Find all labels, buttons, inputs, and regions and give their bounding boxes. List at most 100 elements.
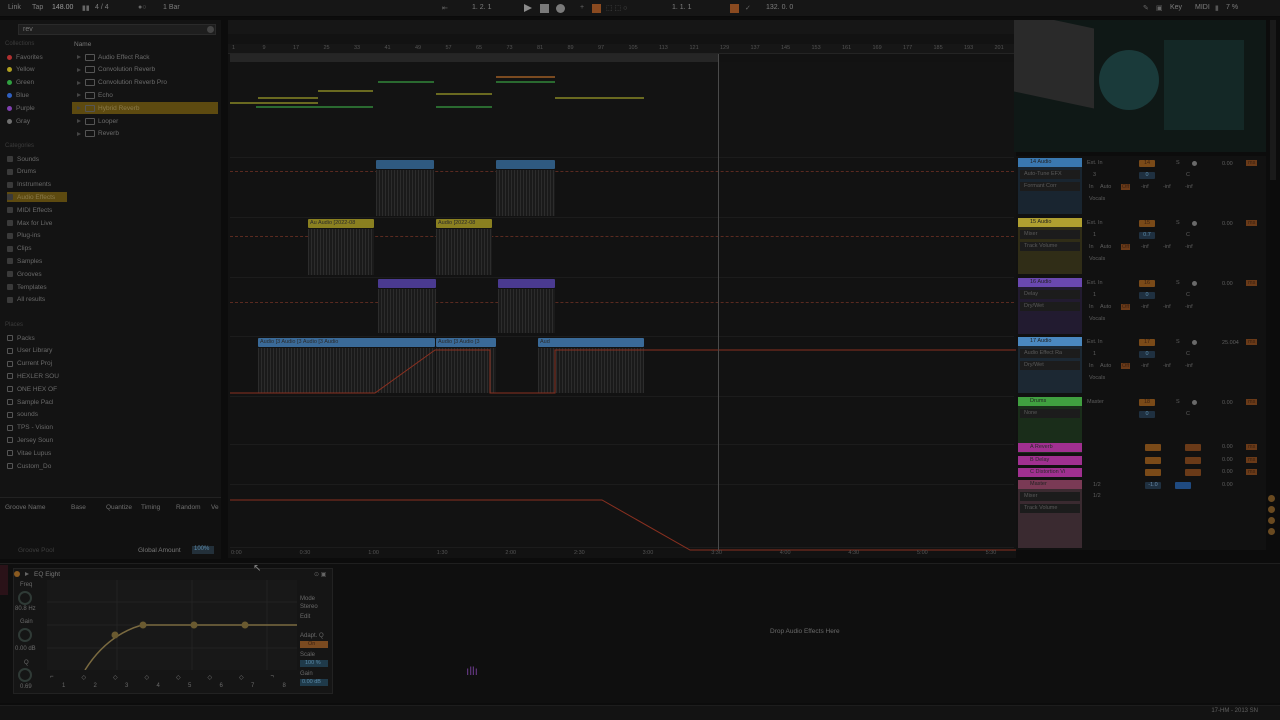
track-activator[interactable]: 14	[1139, 160, 1155, 167]
category-instruments[interactable]: Instruments	[7, 180, 51, 190]
solo-button[interactable]: S	[1176, 399, 1180, 405]
audio-clip[interactable]	[378, 279, 436, 288]
monitor-off-button[interactable]: Off	[1121, 363, 1131, 369]
gain-knob[interactable]	[18, 628, 32, 642]
pencil-icon[interactable]: ✎	[1143, 4, 1149, 12]
track-title[interactable]: 14 Audio	[1018, 158, 1082, 167]
groove-col-random[interactable]: Random	[176, 504, 201, 511]
stop-icon[interactable]	[540, 4, 549, 13]
midi-note[interactable]	[496, 76, 555, 78]
groove-col-base[interactable]: Base	[71, 504, 86, 511]
collection-green[interactable]: Green	[7, 78, 34, 88]
place-item[interactable]: Jersey Soun	[7, 435, 53, 445]
collection-purple[interactable]: Purple	[7, 103, 35, 113]
output-route-select[interactable]: Vocals	[1089, 375, 1105, 381]
metronome-icon[interactable]: ▮▮	[82, 4, 90, 12]
place-item[interactable]: Packs	[7, 333, 35, 343]
category-grooves[interactable]: Grooves	[7, 269, 42, 279]
midi-note[interactable]	[256, 106, 373, 108]
groove-col-velocity[interactable]: Ve	[211, 504, 219, 511]
output-route-select[interactable]: Vocals	[1089, 196, 1105, 202]
return-activator[interactable]	[1145, 469, 1161, 476]
crossfade-c-label[interactable]: C	[1186, 232, 1190, 238]
expand-arrow-icon[interactable]	[77, 131, 81, 136]
category-plug-ins[interactable]: Plug-ins	[7, 231, 40, 241]
link-button[interactable]: Link	[8, 4, 21, 11]
automation-curves[interactable]	[230, 330, 1016, 552]
master-out[interactable]: 1/2	[1093, 493, 1101, 499]
input-type-select[interactable]: Ext. In	[1087, 339, 1103, 345]
crossfade-c-label[interactable]: C	[1186, 411, 1190, 417]
gain-value[interactable]: 0.00 dB	[15, 646, 36, 652]
name-column-header[interactable]: Name	[74, 41, 91, 48]
expand-arrow-icon[interactable]	[77, 119, 81, 123]
collection-blue[interactable]: Blue	[7, 90, 29, 100]
solo-button[interactable]: S	[1176, 339, 1180, 345]
automation-device-select[interactable]: Mixer	[1020, 230, 1080, 239]
midi-note[interactable]	[436, 106, 492, 108]
audio-clip[interactable]	[498, 279, 555, 288]
track-16-lane[interactable]	[230, 278, 1014, 337]
device-title[interactable]: EQ Eight	[34, 571, 60, 578]
track-title[interactable]: 16 Audio	[1018, 278, 1082, 287]
band-filter-type-icon[interactable]: ◇	[208, 674, 213, 681]
category-sounds[interactable]: Sounds	[7, 154, 39, 164]
follow-icon[interactable]: ⇤	[442, 4, 448, 12]
freq-value[interactable]: 80.8 Hz	[15, 606, 36, 612]
crossfade-c-label[interactable]: C	[1186, 172, 1190, 178]
monitor-in-button[interactable]: In	[1089, 304, 1094, 310]
clear-search-icon[interactable]	[207, 26, 214, 33]
device-fold-icon[interactable]	[25, 572, 29, 576]
solo-button[interactable]: S	[1176, 160, 1180, 166]
mute-toggle[interactable]: ms	[1246, 399, 1258, 405]
master-solo[interactable]	[1175, 482, 1191, 489]
band-filter-type-icon[interactable]: ◇	[145, 674, 150, 681]
record-icon[interactable]	[556, 4, 565, 13]
midi-tracks-lane[interactable]	[230, 62, 1014, 158]
category-drums[interactable]: Drums	[7, 167, 36, 177]
time-signature[interactable]: 4 / 4	[95, 4, 109, 11]
input-type-select[interactable]: Ext. In	[1087, 220, 1103, 226]
eq-display[interactable]	[47, 580, 297, 671]
midi-note[interactable]	[230, 102, 318, 104]
pan-field[interactable]: 0	[1139, 292, 1155, 299]
track-strip[interactable]: 17 Audio Audio Effect Ra Dry/Wet	[1018, 337, 1082, 393]
input-channel-select[interactable]: 1	[1093, 232, 1096, 238]
category-samples[interactable]: Samples	[7, 256, 42, 266]
audio-clip[interactable]	[496, 160, 555, 169]
audio-clip[interactable]	[376, 160, 434, 169]
q-value[interactable]: 0.69	[20, 684, 32, 690]
record-dot-icon[interactable]: ●○	[138, 4, 146, 11]
play-icon[interactable]	[524, 4, 532, 12]
automation-param-select[interactable]: Track Volume	[1020, 242, 1080, 251]
automation-param-select[interactable]: Dry/Wet	[1020, 302, 1080, 311]
place-item[interactable]: TPS - Vision	[7, 423, 53, 433]
expand-arrow-icon[interactable]	[77, 80, 81, 85]
monitor-in-button[interactable]: In	[1089, 184, 1094, 190]
track-activator[interactable]: 15	[1139, 220, 1155, 227]
place-item[interactable]: User Library	[7, 346, 52, 356]
band-filter-type-icon[interactable]: ◇	[176, 674, 181, 681]
place-item[interactable]: Current Proj	[7, 359, 52, 369]
collection-gray[interactable]: Gray	[7, 116, 30, 126]
cue-out[interactable]: 1/2	[1093, 482, 1101, 488]
band-number[interactable]: 1	[62, 683, 65, 689]
monitor-auto-button[interactable]: Auto	[1100, 304, 1111, 310]
track-activator[interactable]: 16	[1139, 280, 1155, 287]
return-post-toggle[interactable]	[1185, 456, 1201, 464]
output-gain-field[interactable]: 0.00 dB	[300, 679, 328, 686]
scrubbar[interactable]	[228, 20, 1016, 34]
place-item[interactable]: Vitae Lupus	[7, 448, 51, 458]
master-volume[interactable]: -1.0	[1145, 482, 1161, 489]
return-mute-toggle[interactable]: ms	[1246, 456, 1258, 463]
groove-col-timing[interactable]: Timing	[141, 504, 160, 511]
mute-toggle[interactable]: ms	[1246, 339, 1258, 345]
track-14-lane[interactable]	[230, 158, 1014, 218]
expand-arrow-icon[interactable]	[77, 106, 81, 111]
band-number[interactable]: 5	[188, 683, 191, 689]
loop-toggle-icon[interactable]	[730, 4, 739, 13]
pan-field[interactable]: 0	[1139, 411, 1155, 418]
search-input[interactable]: rev	[18, 24, 216, 35]
return-mute-toggle[interactable]: ms	[1246, 444, 1258, 450]
band-number[interactable]: 4	[157, 683, 160, 689]
